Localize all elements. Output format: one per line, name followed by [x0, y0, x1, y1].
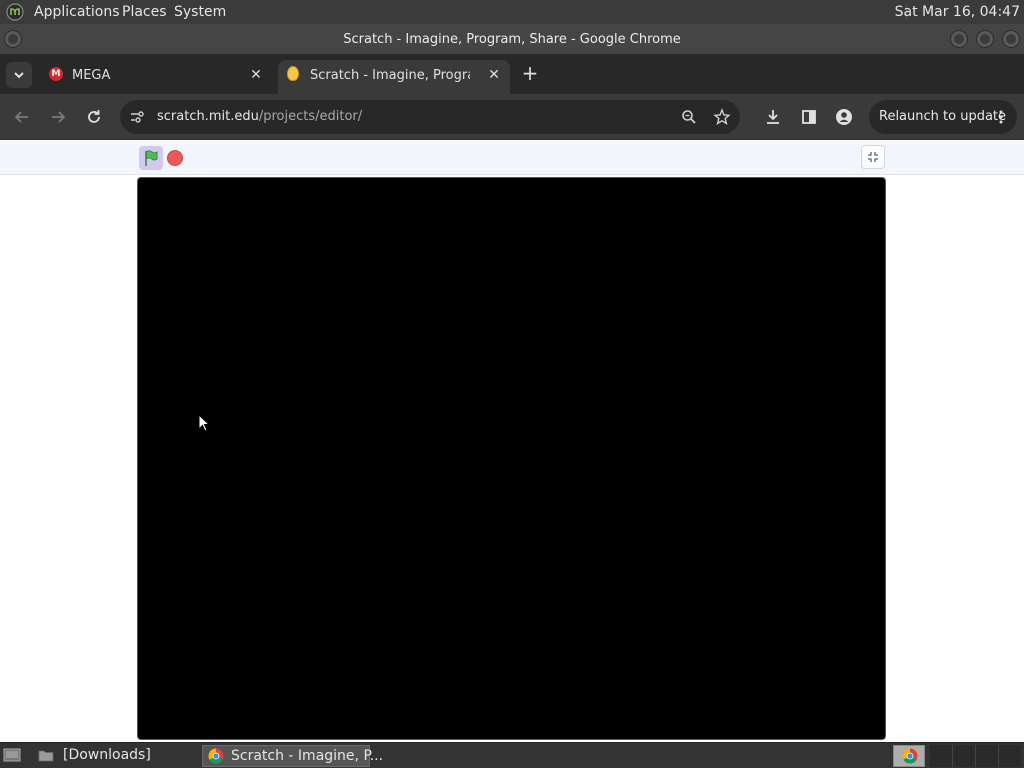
arrow-right-icon [52, 111, 66, 123]
mega-icon: M [49, 67, 63, 81]
taskbar-item-label: Scratch - Imagine, P... [231, 748, 384, 764]
profile-button[interactable] [831, 104, 857, 130]
menu-system[interactable]: System [174, 4, 226, 20]
address-bar[interactable]: scratch.mit.edu/projects/editor/ [120, 100, 740, 134]
side-panel-button[interactable] [796, 104, 822, 130]
workspace-switcher[interactable] [930, 745, 1022, 767]
chevron-down-icon [14, 72, 24, 79]
workspace-4[interactable] [999, 745, 1021, 767]
tab-close-button[interactable]: ✕ [485, 66, 503, 84]
workspace-1[interactable] [930, 745, 953, 767]
forward-button[interactable] [45, 104, 71, 130]
new-tab-button[interactable]: + [518, 62, 542, 86]
tab-search-button[interactable] [6, 62, 32, 88]
menu-places[interactable]: Places [122, 4, 167, 20]
taskbar-item-downloads[interactable]: [Downloads] [34, 745, 198, 767]
browser-toolbar: scratch.mit.edu/projects/editor/ Relaunc… [0, 94, 1024, 140]
arrow-left-icon [14, 111, 28, 123]
chrome-icon [208, 748, 224, 764]
minimize-button[interactable] [950, 30, 968, 48]
maximize-button[interactable] [976, 30, 994, 48]
chrome-tray-icon[interactable] [893, 745, 925, 767]
exit-full-screen-button[interactable] [861, 145, 885, 169]
relaunch-label: Relaunch to update [879, 109, 1007, 124]
kebab-menu-icon[interactable] [997, 109, 1005, 125]
stop-button[interactable] [167, 150, 183, 166]
tab-label-scratch: Scratch - Imagine, Program, Share [310, 68, 470, 83]
back-button[interactable] [9, 104, 35, 130]
tab-strip: M MEGA ✕ Scratch - Imagine, Program, Sha… [0, 54, 1024, 94]
relaunch-to-update-button[interactable]: Relaunch to update [869, 100, 1017, 134]
stage-header [0, 141, 1024, 175]
tab-label-mega: MEGA [72, 68, 111, 83]
reload-button[interactable] [81, 104, 107, 130]
menu-applications[interactable]: Applications [34, 4, 120, 20]
tab-scratch[interactable]: Scratch - Imagine, Program, Share ✕ [278, 60, 510, 94]
taskbar-item-chrome[interactable]: Scratch - Imagine, P... [202, 745, 383, 767]
taskbar-item-label: [Downloads] [63, 747, 151, 763]
window-title: Scratch - Imagine, Program, Share - Goog… [343, 32, 681, 47]
zoom-icon[interactable] [680, 108, 698, 126]
url-host: scratch.mit.edu [157, 109, 259, 124]
window-title-bar[interactable]: Scratch - Imagine, Program, Share - Goog… [0, 24, 1024, 54]
url-path: /projects/editor/ [258, 109, 363, 124]
clock[interactable]: Sat Mar 16, 04:47 [895, 4, 1020, 20]
project-stage[interactable] [137, 177, 886, 740]
show-desktop-icon[interactable] [3, 747, 21, 763]
top-panel: Applications Places System Sat Mar 16, 0… [0, 0, 1024, 24]
scratch-icon [287, 66, 299, 81]
download-icon [767, 110, 779, 124]
tab-close-button[interactable]: ✕ [247, 66, 265, 84]
green-flag-icon [145, 150, 158, 166]
site-info-icon[interactable] [128, 108, 146, 126]
side-panel-icon [802, 110, 816, 124]
url-text: scratch.mit.edu/projects/editor/ [157, 109, 362, 124]
folder-icon [38, 749, 54, 762]
mouse-cursor-icon [198, 413, 212, 434]
mate-logo-icon[interactable] [6, 3, 24, 21]
workspace-2[interactable] [953, 745, 976, 767]
page-content [0, 141, 1024, 742]
taskbar: [Downloads] Scratch - Imagine, P... [0, 742, 1024, 768]
bookmark-star-icon[interactable] [713, 108, 731, 126]
reload-icon [88, 110, 100, 123]
profile-icon [836, 109, 852, 125]
unfullscreen-icon [868, 152, 878, 162]
tab-mega[interactable]: M MEGA ✕ [40, 60, 272, 94]
workspace-3[interactable] [976, 745, 999, 767]
close-window-button[interactable] [1002, 30, 1020, 48]
green-flag-button[interactable] [139, 146, 163, 170]
downloads-button[interactable] [760, 104, 786, 130]
